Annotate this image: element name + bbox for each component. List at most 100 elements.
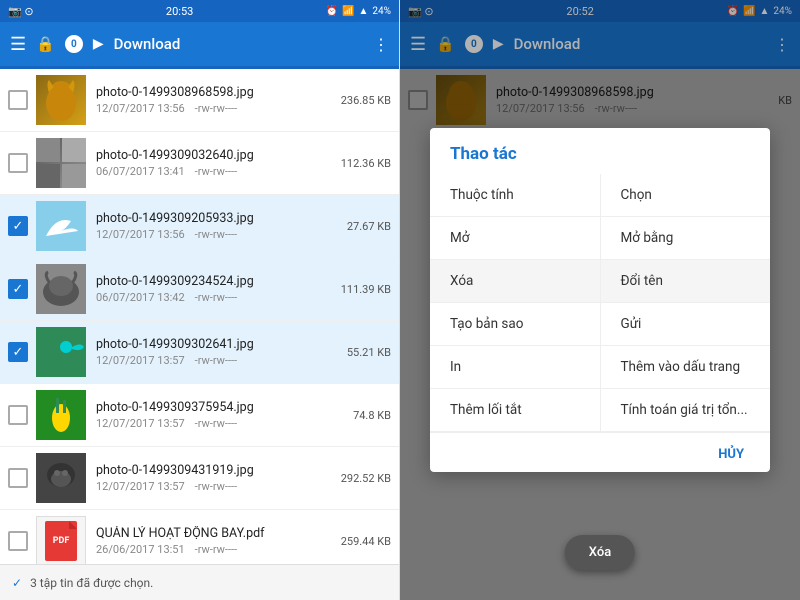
file-info-2: photo-0-1499309205933.jpg 12/07/2017 13:…: [96, 211, 326, 241]
actions-dialog: Thao tác Thuộc tính Chọn Mở Mở bằng Xóa …: [430, 128, 770, 472]
file-date-3: 06/07/2017 13:42: [96, 291, 185, 304]
alarm-icon: ⏰: [326, 6, 338, 17]
dialog-row-0[interactable]: Thuộc tính Chọn: [430, 174, 770, 217]
file-checkbox-7[interactable]: [8, 531, 28, 551]
file-name-0: photo-0-1499308968598.jpg: [96, 85, 326, 100]
file-info-7: QUẢN LÝ HOẠT ĐỘNG BAY.pdf 26/06/2017 13:…: [96, 526, 326, 556]
file-checkbox-3[interactable]: ✓: [8, 279, 28, 299]
wifi-icon: ▲: [359, 6, 369, 17]
breadcrumb-arrow: ▶: [93, 36, 104, 52]
dialog-cell-in[interactable]: In: [430, 346, 601, 388]
left-status-right: ⏰ 📶 ▲ 24%: [326, 6, 391, 17]
file-item: ✓ photo-0-1499309234524.jpg 06/07/2017 1…: [0, 258, 399, 321]
file-thumbnail-1: [36, 138, 86, 188]
dialog-cell-thuoc-tinh[interactable]: Thuộc tính: [430, 174, 601, 216]
file-name-3: photo-0-1499309234524.jpg: [96, 274, 326, 289]
file-size-7: 259.44 KB: [326, 535, 391, 548]
file-meta-5: 12/07/2017 13:57 -rw-rw----: [96, 417, 326, 430]
dialog-cell-chon[interactable]: Chọn: [601, 174, 771, 216]
file-thumbnail-4: [36, 327, 86, 377]
dialog-cell-gui[interactable]: Gửi: [601, 303, 771, 345]
file-item: ✓ photo-0-1499309302641.jpg 12/07/2017 1…: [0, 321, 399, 384]
left-panel: 📷 ⊙ 20:53 ⏰ 📶 ▲ 24% ☰ 🔒 0 ▶ Download ⋮ p…: [0, 0, 400, 600]
file-meta-2: 12/07/2017 13:56 -rw-rw----: [96, 228, 326, 241]
file-date-6: 12/07/2017 13:57: [96, 480, 185, 493]
file-item: photo-0-1499309375954.jpg 12/07/2017 13:…: [0, 384, 399, 447]
file-perms-1: -rw-rw----: [195, 165, 237, 178]
left-toolbar: ☰ 🔒 0 ▶ Download ⋮: [0, 22, 399, 66]
lock-icon: 🔒: [36, 35, 55, 53]
file-meta-7: 26/06/2017 13:51 -rw-rw----: [96, 543, 326, 556]
file-name-1: photo-0-1499309032640.jpg: [96, 148, 326, 163]
right-panel: 📷 ⊙ 20:52 ⏰ 📶 ▲ 24% ☰ 🔒 0 ▶ Download ⋮ p…: [400, 0, 800, 600]
file-perms-5: -rw-rw----: [195, 417, 237, 430]
file-perms-2: -rw-rw----: [195, 228, 237, 241]
fab-delete-button[interactable]: Xóa: [565, 535, 635, 570]
file-checkbox-0[interactable]: [8, 90, 28, 110]
dialog-cell-tinh-toan[interactable]: Tính toán giá trị tổn...: [601, 389, 771, 431]
file-perms-7: -rw-rw----: [195, 543, 237, 556]
left-bottom-bar: ✓ 3 tập tin đã được chọn.: [0, 564, 399, 600]
file-item: PDF QUẢN LÝ HOẠT ĐỘNG BAY.pdf 26/06/2017…: [0, 510, 399, 564]
left-file-list: photo-0-1499308968598.jpg 12/07/2017 13:…: [0, 69, 399, 564]
file-name-7: QUẢN LÝ HOẠT ĐỘNG BAY.pdf: [96, 526, 326, 541]
file-perms-4: -rw-rw----: [195, 354, 237, 367]
dialog-cell-doi-ten[interactable]: Đổi tên: [601, 260, 771, 302]
signal-icon: 📶: [342, 6, 354, 17]
file-thumbnail-2: [36, 201, 86, 251]
dialog-cell-them-dau-trang[interactable]: Thêm vào dấu trang: [601, 346, 771, 388]
left-status-bar: 📷 ⊙ 20:53 ⏰ 📶 ▲ 24%: [0, 0, 399, 22]
dialog-row-1[interactable]: Mở Mở bằng: [430, 217, 770, 260]
file-size-6: 292.52 KB: [326, 472, 391, 485]
file-info-6: photo-0-1499309431919.jpg 12/07/2017 13:…: [96, 463, 326, 493]
file-date-0: 12/07/2017 13:56: [96, 102, 185, 115]
file-item: photo-0-1499308968598.jpg 12/07/2017 13:…: [0, 69, 399, 132]
left-time: 20:53: [166, 5, 193, 18]
dialog-row-3[interactable]: Tạo bản sao Gửi: [430, 303, 770, 346]
file-size-1: 112.36 KB: [326, 157, 391, 170]
file-date-4: 12/07/2017 13:57: [96, 354, 185, 367]
file-date-5: 12/07/2017 13:57: [96, 417, 185, 430]
dialog-cancel-button[interactable]: HỦY: [708, 441, 754, 468]
file-size-4: 55.21 KB: [326, 346, 391, 359]
toolbar-title: Download: [114, 35, 363, 53]
dialog-row-2[interactable]: Xóa Đổi tên: [430, 260, 770, 303]
more-icon[interactable]: ⋮: [373, 35, 389, 54]
file-meta-1: 06/07/2017 13:41 -rw-rw----: [96, 165, 326, 178]
file-perms-6: -rw-rw----: [195, 480, 237, 493]
file-date-2: 12/07/2017 13:56: [96, 228, 185, 241]
file-info-1: photo-0-1499309032640.jpg 06/07/2017 13:…: [96, 148, 326, 178]
dialog-row-4[interactable]: In Thêm vào dấu trang: [430, 346, 770, 389]
file-info-4: photo-0-1499309302641.jpg 12/07/2017 13:…: [96, 337, 326, 367]
file-name-5: photo-0-1499309375954.jpg: [96, 400, 326, 415]
file-name-4: photo-0-1499309302641.jpg: [96, 337, 326, 352]
file-checkbox-2[interactable]: ✓: [8, 216, 28, 236]
file-checkbox-5[interactable]: [8, 405, 28, 425]
pdf-icon: PDF: [45, 521, 77, 561]
file-checkbox-6[interactable]: [8, 468, 28, 488]
dialog-row-5[interactable]: Thêm lối tắt Tính toán giá trị tổn...: [430, 389, 770, 432]
file-item: photo-0-1499309032640.jpg 06/07/2017 13:…: [0, 132, 399, 195]
file-thumbnail-5: [36, 390, 86, 440]
dialog-cell-tao-ban-sao[interactable]: Tạo bản sao: [430, 303, 601, 345]
dialog-cell-them-loi-tat[interactable]: Thêm lối tắt: [430, 389, 601, 431]
file-checkbox-4[interactable]: ✓: [8, 342, 28, 362]
file-size-5: 74.8 KB: [326, 409, 391, 422]
file-size-2: 27.67 KB: [326, 220, 391, 233]
left-status-icons: 📷 ⊙: [8, 5, 34, 18]
menu-icon[interactable]: ☰: [10, 34, 26, 55]
dialog-cell-mo-bang[interactable]: Mở bằng: [601, 217, 771, 259]
dialog-cell-xoa[interactable]: Xóa: [430, 260, 601, 302]
file-info-5: photo-0-1499309375954.jpg 12/07/2017 13:…: [96, 400, 326, 430]
check-icon: ✓: [12, 576, 22, 590]
file-date-1: 06/07/2017 13:41: [96, 165, 185, 178]
file-meta-4: 12/07/2017 13:57 -rw-rw----: [96, 354, 326, 367]
dialog-cell-mo[interactable]: Mở: [430, 217, 601, 259]
file-checkbox-1[interactable]: [8, 153, 28, 173]
selection-status: 3 tập tin đã được chọn.: [30, 576, 153, 590]
file-thumbnail-0: [36, 75, 86, 125]
file-item: photo-0-1499309431919.jpg 12/07/2017 13:…: [0, 447, 399, 510]
file-thumbnail-3: [36, 264, 86, 314]
file-info-3: photo-0-1499309234524.jpg 06/07/2017 13:…: [96, 274, 326, 304]
file-meta-6: 12/07/2017 13:57 -rw-rw----: [96, 480, 326, 493]
